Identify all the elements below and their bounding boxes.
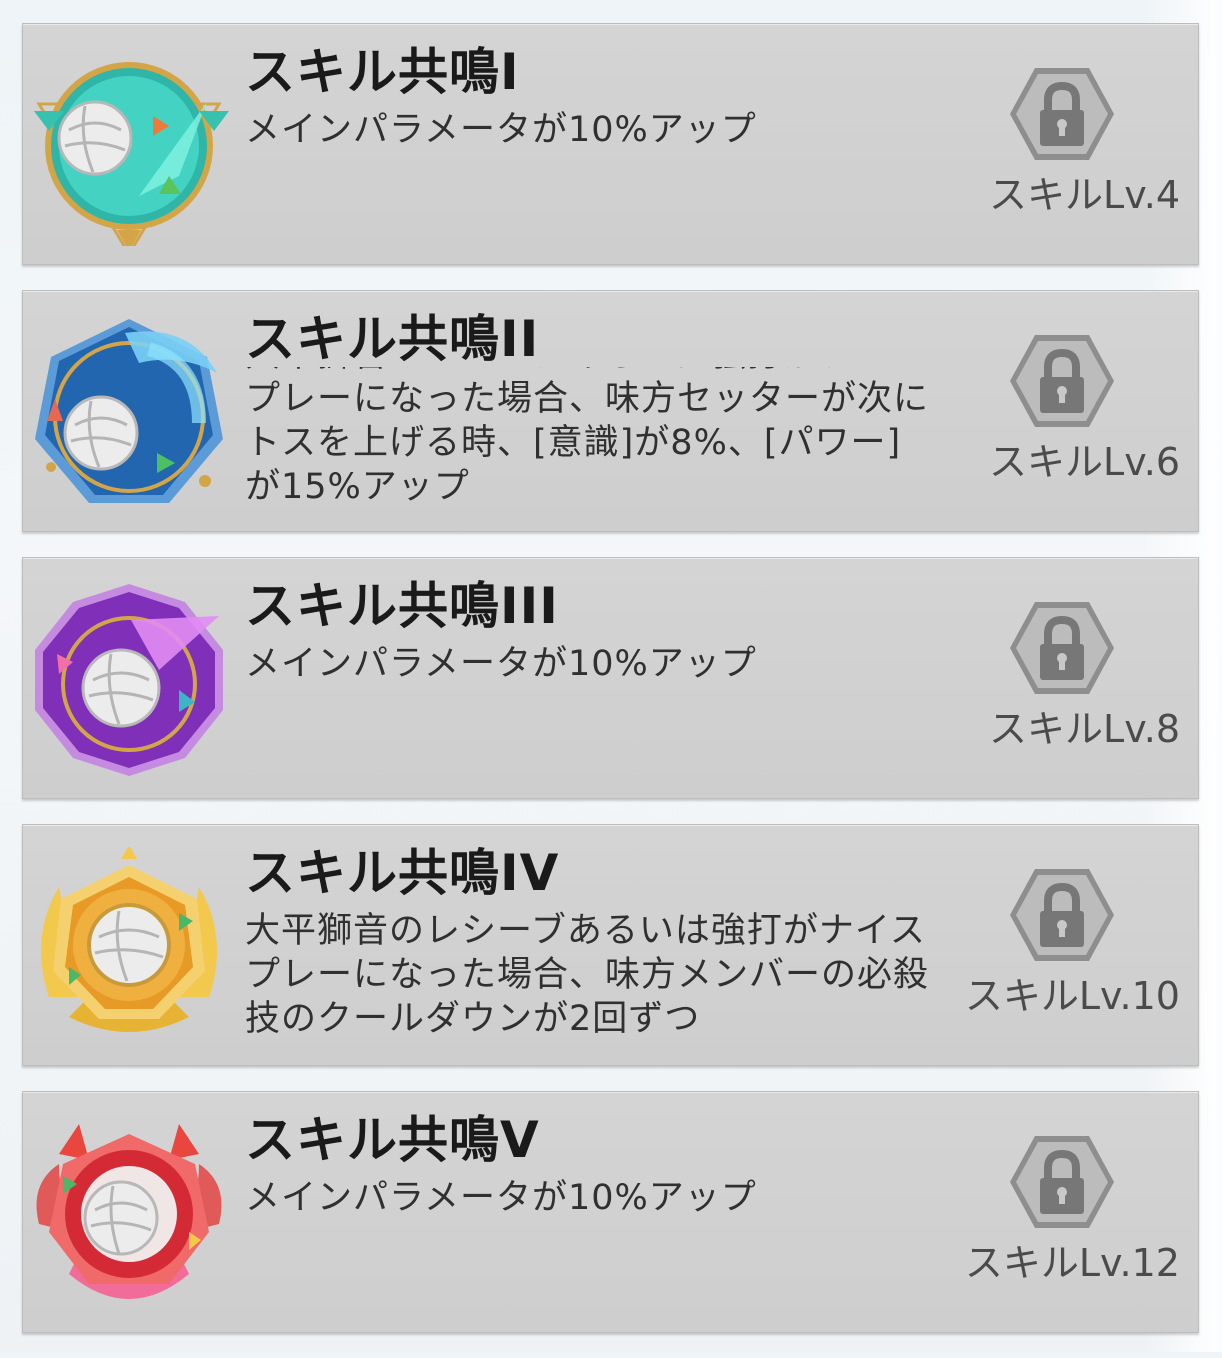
unlock-level-label: スキルLv.10 bbox=[964, 974, 1180, 1018]
skill-description: メインパラメータが10%アップ bbox=[245, 644, 757, 684]
lock-icon bbox=[1010, 869, 1114, 961]
skill-card[interactable]: 大平獅音のレシーブあるいは強打がナイスプレーになった場合、味方セッターが次にトス… bbox=[22, 290, 1199, 532]
skill-title: スキル共鳴IV bbox=[245, 844, 560, 902]
lock-icon bbox=[1010, 68, 1114, 160]
skill-emblem-red-icon bbox=[36, 1124, 222, 1299]
lock-icon bbox=[1010, 602, 1114, 694]
unlock-level-label: スキルLv.8 bbox=[989, 707, 1180, 751]
skill-description[interactable]: 大平獅音のレシーブあるいは強打がナイスプレーになった場合、味方メンバーの必殺技の… bbox=[245, 909, 935, 1049]
unlock-level-label: スキルLv.4 bbox=[989, 173, 1180, 217]
lock-icon bbox=[1010, 1136, 1114, 1228]
unlock-level-label: スキルLv.6 bbox=[989, 440, 1180, 484]
skill-title: スキル共鳴III bbox=[245, 577, 559, 635]
skill-card[interactable]: スキル共鳴I メインパラメータが10%アップ スキルLv.4 bbox=[22, 23, 1199, 265]
skill-title: スキル共鳴I bbox=[245, 43, 520, 101]
skill-description: メインパラメータが10%アップ bbox=[245, 1178, 757, 1218]
skill-emblem-teal-icon bbox=[34, 62, 229, 246]
skill-emblem-blue-icon bbox=[35, 319, 223, 503]
skill-description: 大平獅音のレシーブあるいは強打がナイスプレーになった場合、味方セッターが次にトス… bbox=[245, 367, 930, 507]
skill-description-scroll[interactable]: 大平獅音のレシーブあるいは強打がナイスプレーになった場合、味方セッターが次にトス… bbox=[245, 367, 935, 507]
skill-resonance-list: スキル共鳴I メインパラメータが10%アップ スキルLv.4 大 bbox=[22, 23, 1199, 1358]
skill-card[interactable]: スキル共鳴V メインパラメータが10%アップ スキルLv.12 bbox=[22, 1091, 1199, 1333]
skill-emblem-gold-icon bbox=[41, 847, 217, 1032]
lock-icon bbox=[1010, 335, 1114, 427]
skill-emblem-purple-icon bbox=[35, 584, 223, 776]
skill-title: スキル共鳴V bbox=[245, 1111, 540, 1169]
skill-title: スキル共鳴II bbox=[245, 309, 540, 369]
unlock-level-label: スキルLv.12 bbox=[964, 1241, 1180, 1285]
skill-description: メインパラメータが10%アップ bbox=[245, 110, 757, 150]
skill-card[interactable]: スキル共鳴III メインパラメータが10%アップ スキルLv.8 bbox=[22, 557, 1199, 799]
skill-card[interactable]: スキル共鳴IV 大平獅音のレシーブあるいは強打がナイスプレーになった場合、味方メ… bbox=[22, 824, 1199, 1066]
